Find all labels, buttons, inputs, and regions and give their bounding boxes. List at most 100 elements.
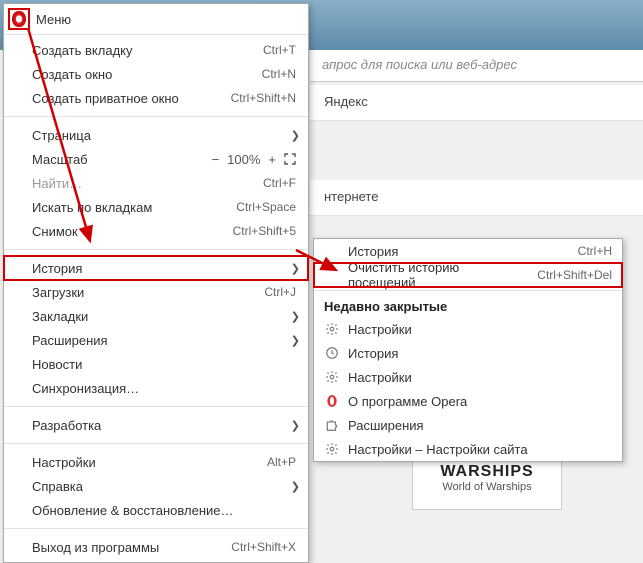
chevron-right-icon: ❯ xyxy=(291,129,300,142)
puzzle-icon xyxy=(324,417,340,433)
menu-label: Страница xyxy=(32,128,296,143)
chevron-right-icon: ❯ xyxy=(291,310,300,323)
menu-label: Закладки xyxy=(32,309,296,324)
menu-label: Настройки xyxy=(32,455,267,470)
menu-header: Меню xyxy=(4,4,308,35)
menu-item-update[interactable]: Обновление & восстановление… xyxy=(4,498,308,522)
chevron-right-icon: ❯ xyxy=(291,334,300,347)
zoom-value: 100% xyxy=(227,152,260,167)
submenu-item-clear-history[interactable]: Очистить историю посещений Ctrl+Shift+De… xyxy=(314,263,622,287)
gear-icon xyxy=(324,321,340,337)
speed-dial-tile[interactable]: WARSHIPS World of Warships xyxy=(412,460,562,510)
menu-item-extensions[interactable]: Расширения ❯ xyxy=(4,328,308,352)
menu-label: Расширения xyxy=(32,333,296,348)
opera-icon[interactable] xyxy=(8,8,30,30)
menu-label: История xyxy=(32,261,296,276)
submenu-label: Очистить историю посещений xyxy=(348,260,529,290)
menu-item-news[interactable]: Новости xyxy=(4,352,308,376)
menu-item-search-tabs[interactable]: Искать по вкладкам Ctrl+Space xyxy=(4,195,308,219)
submenu-label: История xyxy=(348,346,612,361)
clock-icon xyxy=(324,345,340,361)
menu-item-new-window[interactable]: Создать окно Ctrl+N xyxy=(4,62,308,86)
empty-icon xyxy=(324,243,340,259)
zoom-out-button[interactable]: − xyxy=(212,152,220,167)
menu-shortcut: Ctrl+Shift+5 xyxy=(233,224,296,238)
menu-item-zoom: Масштаб − 100% + xyxy=(4,147,308,171)
menu-shortcut: Ctrl+J xyxy=(264,285,296,299)
menu-shortcut: Alt+P xyxy=(267,455,296,469)
submenu-label: Расширения xyxy=(348,418,612,433)
menu-item-settings[interactable]: Настройки Alt+P xyxy=(4,450,308,474)
submenu-shortcut: Ctrl+Shift+Del xyxy=(537,268,612,282)
menu-item-page[interactable]: Страница ❯ xyxy=(4,123,308,147)
address-bar[interactable]: апрос для поиска или веб-адрес xyxy=(310,50,643,82)
submenu-recent-item[interactable]: История xyxy=(314,341,622,365)
main-menu: Меню Создать вкладку Ctrl+T Создать окно… xyxy=(3,3,309,563)
menu-item-downloads[interactable]: Загрузки Ctrl+J xyxy=(4,280,308,304)
chevron-right-icon: ❯ xyxy=(291,419,300,432)
menu-item-dev[interactable]: Разработка ❯ xyxy=(4,413,308,437)
menu-item-snapshot[interactable]: Снимок Ctrl+Shift+5 xyxy=(4,219,308,243)
submenu-label: Настройки – Настройки сайта xyxy=(348,442,612,457)
menu-label: Загрузки xyxy=(32,285,264,300)
submenu-label: Настройки xyxy=(348,322,612,337)
submenu-label: История xyxy=(348,244,570,259)
menu-item-exit[interactable]: Выход из программы Ctrl+Shift+X xyxy=(4,535,308,559)
menu-item-new-tab[interactable]: Создать вкладку Ctrl+T xyxy=(4,38,308,62)
menu-shortcut: Ctrl+T xyxy=(263,43,296,57)
menu-item-history[interactable]: История ❯ xyxy=(4,256,308,280)
menu-label: Справка xyxy=(32,479,296,494)
menu-label: Создать приватное окно xyxy=(32,91,231,106)
menu-label: Масштаб xyxy=(32,152,212,167)
menu-label: Создать окно xyxy=(32,67,262,82)
zoom-in-button[interactable]: + xyxy=(268,152,276,167)
speed-dial-yandex[interactable]: Яндекс xyxy=(310,85,643,121)
menu-shortcut: Ctrl+Space xyxy=(236,200,296,214)
menu-shortcut: Ctrl+F xyxy=(263,176,296,190)
submenu-recent-item[interactable]: Настройки xyxy=(314,317,622,341)
opera-icon xyxy=(324,393,340,409)
menu-item-help[interactable]: Справка ❯ xyxy=(4,474,308,498)
menu-label: Найти… xyxy=(32,176,263,191)
submenu-recent-item[interactable]: Настройки – Настройки сайта xyxy=(314,437,622,461)
menu-item-new-private-window[interactable]: Создать приватное окно Ctrl+Shift+N xyxy=(4,86,308,110)
menu-label: Создать вкладку xyxy=(32,43,263,58)
menu-label: Обновление & восстановление… xyxy=(32,503,296,518)
chevron-right-icon: ❯ xyxy=(291,262,300,275)
menu-item-find: Найти… Ctrl+F xyxy=(4,171,308,195)
submenu-label: Настройки xyxy=(348,370,612,385)
menu-separator xyxy=(4,443,308,444)
menu-shortcut: Ctrl+N xyxy=(262,67,296,81)
chevron-right-icon: ❯ xyxy=(291,480,300,493)
menu-label: Снимок xyxy=(32,224,233,239)
menu-separator xyxy=(4,249,308,250)
menu-item-sync[interactable]: Синхронизация… xyxy=(4,376,308,400)
menu-separator xyxy=(4,528,308,529)
menu-separator xyxy=(4,116,308,117)
gear-icon xyxy=(324,441,340,457)
menu-label: Искать по вкладкам xyxy=(32,200,236,215)
menu-title: Меню xyxy=(36,12,71,27)
submenu-recent-item[interactable]: О программе Opera xyxy=(314,389,622,413)
menu-separator xyxy=(314,290,622,291)
menu-label: Выход из программы xyxy=(32,540,231,555)
page-section-label: нтернете xyxy=(310,180,643,216)
submenu-shortcut: Ctrl+H xyxy=(578,244,612,258)
history-submenu: История Ctrl+H Очистить историю посещени… xyxy=(313,238,623,462)
submenu-heading-recent: Недавно закрытые xyxy=(314,294,622,317)
menu-separator xyxy=(4,406,308,407)
gear-icon xyxy=(324,369,340,385)
menu-label: Разработка xyxy=(32,418,296,433)
tile-caption: World of Warships xyxy=(413,481,561,493)
submenu-label: О программе Opera xyxy=(348,394,612,409)
menu-label: Новости xyxy=(32,357,296,372)
menu-label: Синхронизация… xyxy=(32,381,296,396)
menu-shortcut: Ctrl+Shift+X xyxy=(231,540,296,554)
submenu-recent-item[interactable]: Расширения xyxy=(314,413,622,437)
menu-shortcut: Ctrl+Shift+N xyxy=(231,91,296,105)
menu-item-bookmarks[interactable]: Закладки ❯ xyxy=(4,304,308,328)
tile-logo: WARSHIPS xyxy=(413,463,561,481)
submenu-recent-item[interactable]: Настройки xyxy=(314,365,622,389)
fullscreen-icon[interactable] xyxy=(284,153,296,165)
empty-icon xyxy=(324,267,340,283)
